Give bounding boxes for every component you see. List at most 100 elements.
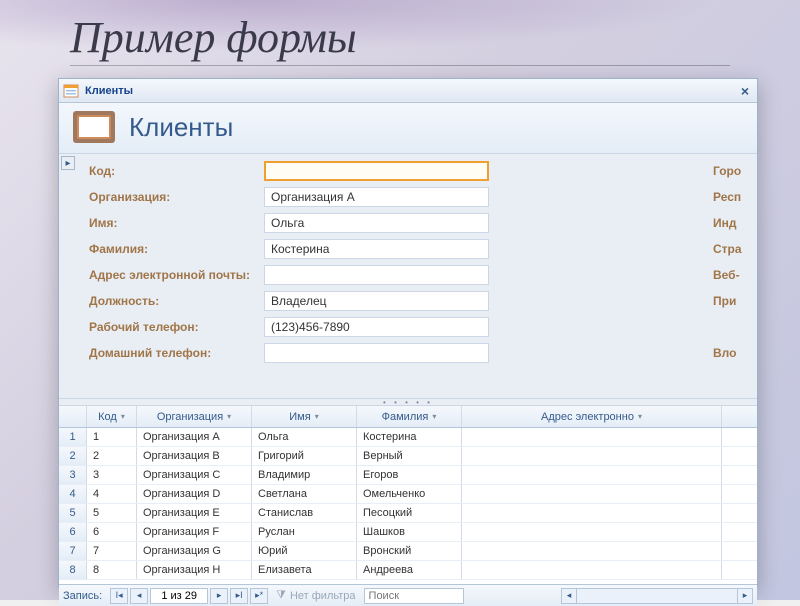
cell-name[interactable]: Станислав (252, 504, 357, 522)
row-header[interactable]: 6 (59, 523, 87, 541)
cell-fam[interactable]: Егоров (357, 466, 462, 484)
row-header[interactable]: 2 (59, 447, 87, 465)
field-label: Адрес электронной почты: (89, 268, 264, 282)
horizontal-scrollbar[interactable]: ◂ ▸ (561, 588, 753, 604)
filter-icon: ⧩ (276, 589, 286, 602)
nav-next-button[interactable]: ▸ (210, 588, 228, 604)
cell-fam[interactable]: Омельченко (357, 485, 462, 503)
cell-name[interactable]: Елизавета (252, 561, 357, 579)
cell-name[interactable]: Ольга (252, 428, 357, 446)
cell-email[interactable] (462, 523, 722, 541)
scroll-right-button[interactable]: ▸ (737, 588, 753, 604)
cell-org[interactable]: Организация D (137, 485, 252, 503)
cell-email[interactable] (462, 447, 722, 465)
record-selector[interactable]: ▸ (61, 156, 75, 170)
truncated-label: Горо (713, 158, 755, 184)
row-header[interactable]: 3 (59, 466, 87, 484)
row-header[interactable]: 7 (59, 542, 87, 560)
table-row[interactable]: 33Организация СВладимирЕгоров (59, 466, 757, 485)
truncated-label: При (713, 288, 755, 314)
table-row[interactable]: 55Организация ЕСтаниславПесоцкий (59, 504, 757, 523)
cell-org[interactable]: Организация F (137, 523, 252, 541)
table-row[interactable]: 11Организация АОльгаКостерина (59, 428, 757, 447)
field-input[interactable] (264, 161, 489, 181)
field-row: Код: (59, 158, 757, 184)
cell-fam[interactable]: Верный (357, 447, 462, 465)
table-row[interactable]: 88Организация НЕлизаветаАндреева (59, 561, 757, 580)
col-header-id[interactable]: Код▾ (87, 406, 137, 427)
field-input[interactable] (264, 187, 489, 207)
truncated-label: Вло (713, 340, 755, 366)
field-input[interactable] (264, 291, 489, 311)
field-input[interactable] (264, 265, 489, 285)
table-row[interactable]: 22Организация ВГригорийВерный (59, 447, 757, 466)
cell-id[interactable]: 8 (87, 561, 137, 579)
cell-email[interactable] (462, 504, 722, 522)
field-row: Организация: (59, 184, 757, 210)
splitter-handle[interactable]: • • • • • (59, 398, 757, 406)
row-header[interactable]: 4 (59, 485, 87, 503)
cell-fam[interactable]: Шашков (357, 523, 462, 541)
col-header-org[interactable]: Организация▾ (137, 406, 252, 427)
table-row[interactable]: 66Организация FРусланШашков (59, 523, 757, 542)
row-header[interactable]: 8 (59, 561, 87, 579)
filter-indicator[interactable]: ⧩ Нет фильтра (276, 589, 355, 602)
cell-id[interactable]: 2 (87, 447, 137, 465)
cell-fam[interactable]: Костерина (357, 428, 462, 446)
cell-org[interactable]: Организация Е (137, 504, 252, 522)
cell-id[interactable]: 6 (87, 523, 137, 541)
row-header[interactable]: 5 (59, 504, 87, 522)
col-header-fam[interactable]: Фамилия▾ (357, 406, 462, 427)
nav-new-button[interactable]: ▸* (250, 588, 268, 604)
cell-org[interactable]: Организация G (137, 542, 252, 560)
cell-org[interactable]: Организация А (137, 428, 252, 446)
cell-name[interactable]: Руслан (252, 523, 357, 541)
select-all-cell[interactable] (59, 406, 87, 427)
cell-email[interactable] (462, 485, 722, 503)
scroll-track[interactable] (577, 588, 737, 604)
field-label: Фамилия: (89, 242, 264, 256)
field-input[interactable] (264, 213, 489, 233)
field-input[interactable] (264, 317, 489, 337)
col-header-name[interactable]: Имя▾ (252, 406, 357, 427)
cell-email[interactable] (462, 561, 722, 579)
close-icon[interactable]: × (737, 83, 753, 99)
table-row[interactable]: 44Организация DСветланаОмельченко (59, 485, 757, 504)
cell-org[interactable]: Организация С (137, 466, 252, 484)
cell-name[interactable]: Юрий (252, 542, 357, 560)
cell-name[interactable]: Владимир (252, 466, 357, 484)
cell-name[interactable]: Светлана (252, 485, 357, 503)
field-row: Рабочий телефон: (59, 314, 757, 340)
cell-id[interactable]: 4 (87, 485, 137, 503)
row-header[interactable]: 1 (59, 428, 87, 446)
cell-id[interactable]: 5 (87, 504, 137, 522)
nav-prev-button[interactable]: ◂ (130, 588, 148, 604)
scroll-left-button[interactable]: ◂ (561, 588, 577, 604)
field-input[interactable] (264, 343, 489, 363)
cell-fam[interactable]: Вронский (357, 542, 462, 560)
cell-name[interactable]: Григорий (252, 447, 357, 465)
cell-email[interactable] (462, 466, 722, 484)
cell-id[interactable]: 7 (87, 542, 137, 560)
col-header-email[interactable]: Адрес электронно▾ (462, 406, 722, 427)
cell-org[interactable]: Организация В (137, 447, 252, 465)
cell-org[interactable]: Организация Н (137, 561, 252, 579)
field-input[interactable] (264, 239, 489, 259)
slide-title: Пример формы (70, 12, 730, 66)
cell-id[interactable]: 3 (87, 466, 137, 484)
cell-id[interactable]: 1 (87, 428, 137, 446)
cell-email[interactable] (462, 542, 722, 560)
truncated-label: Стра (713, 236, 755, 262)
search-input[interactable] (364, 588, 464, 604)
cell-fam[interactable]: Песоцкий (357, 504, 462, 522)
nav-first-button[interactable]: I◂ (110, 588, 128, 604)
truncated-label (713, 314, 755, 340)
clients-icon (73, 111, 115, 143)
nav-position-input[interactable] (150, 588, 208, 604)
tab-label[interactable]: Клиенты (85, 85, 133, 97)
cell-fam[interactable]: Андреева (357, 561, 462, 579)
cell-email[interactable] (462, 428, 722, 446)
nav-last-button[interactable]: ▸I (230, 588, 248, 604)
table-row[interactable]: 77Организация GЮрийВронский (59, 542, 757, 561)
datasheet-header: Код▾ Организация▾ Имя▾ Фамилия▾ Адрес эл… (59, 406, 757, 428)
